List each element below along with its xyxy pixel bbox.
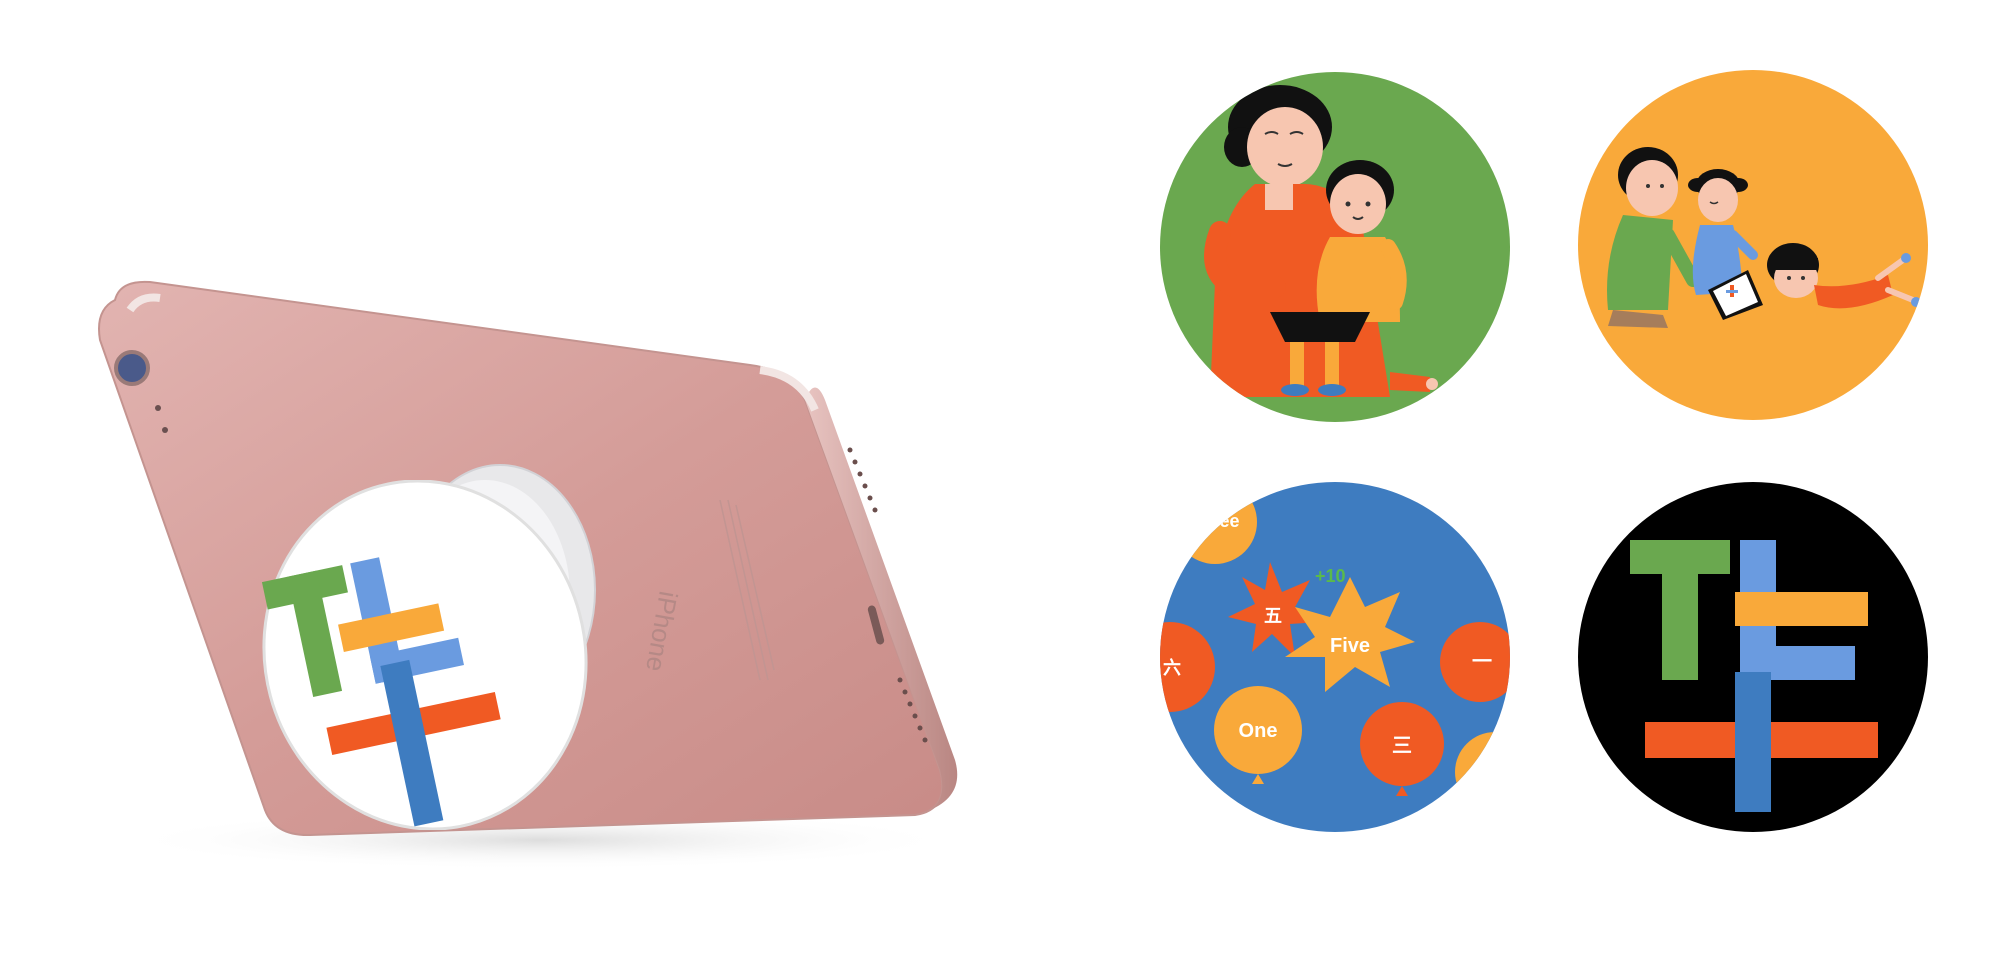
family-reading-illustration	[1160, 72, 1510, 422]
balloon-three: Three	[1190, 511, 1239, 531]
balloon-five: Five	[1330, 635, 1370, 657]
number-balloons-illustration: Three 五 +10 Five 六 一 One 三	[1160, 482, 1510, 832]
product-showcase: iPhone Three 五 +10 Five 六 一 One 三	[0, 0, 2000, 969]
balloon-six-cn: 六	[1163, 657, 1181, 678]
design-family-reading	[1160, 72, 1510, 422]
design-kids-playing	[1578, 70, 1928, 420]
score-plus-ten: +10	[1315, 566, 1346, 586]
design-number-balloons: Three 五 +10 Five 六 一 One 三	[1160, 482, 1510, 832]
design-tlt-logo	[1578, 482, 1928, 832]
pop-grip-disc	[250, 480, 600, 830]
tlt-logo-illustration	[1578, 482, 1928, 832]
camera-lens	[114, 350, 150, 386]
balloon-three-cn: 三	[1392, 735, 1412, 757]
camera-flash	[155, 405, 161, 411]
grip-logo	[261, 480, 588, 830]
camera-mic	[162, 427, 168, 433]
kids-playing-illustration	[1578, 70, 1928, 420]
balloon-one-cn: 一	[1472, 651, 1492, 673]
balloon-one: One	[1239, 720, 1278, 742]
phone-with-grip-photo: iPhone	[60, 250, 960, 900]
balloon-five-cn: 五	[1264, 606, 1282, 626]
